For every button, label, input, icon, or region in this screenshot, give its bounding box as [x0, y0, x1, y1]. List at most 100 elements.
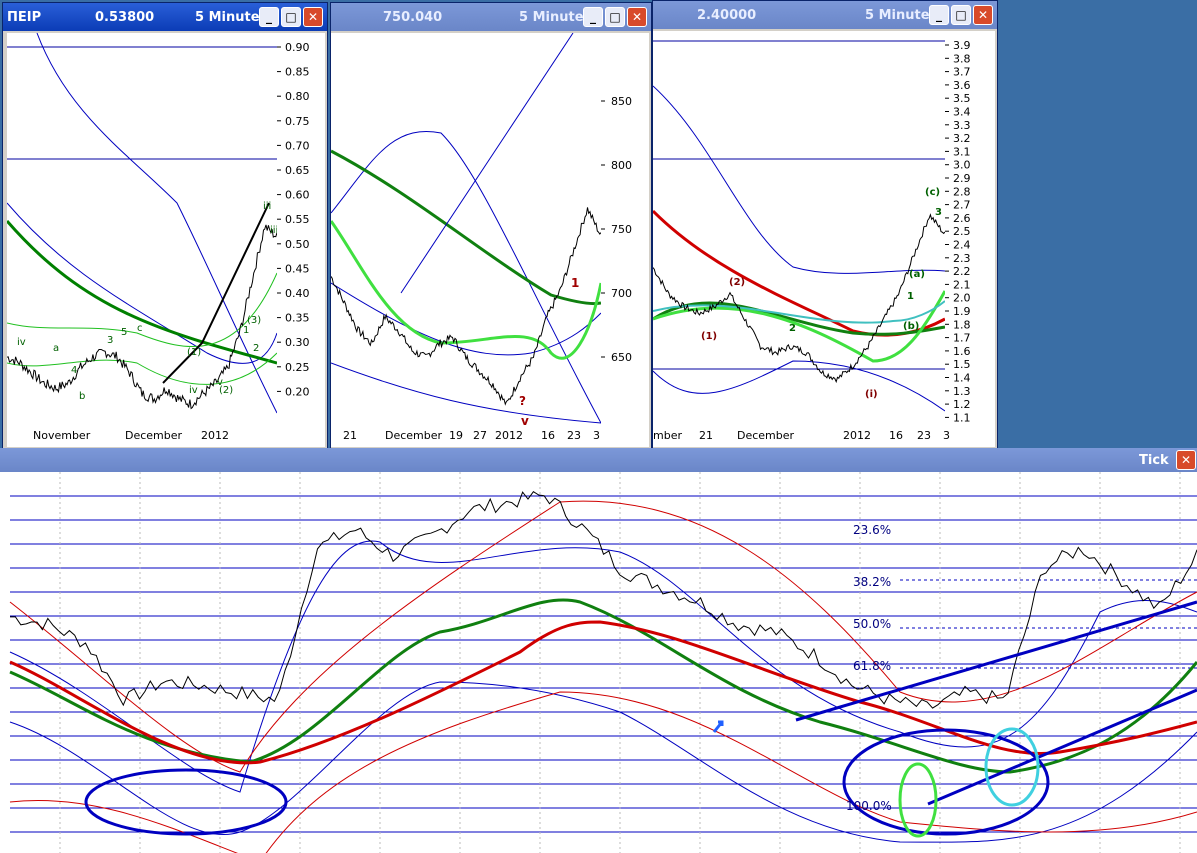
y-tick-label: 2.0	[953, 292, 971, 305]
wave-label: 3	[107, 335, 113, 346]
y-tick-label: 3.2	[953, 132, 971, 145]
chart-window-1[interactable]: ΠΕΙΡ 0.53800 5 Minute _ □ ✕ iv a b c iii iv v(…	[2, 2, 329, 468]
x-tick-label: November	[33, 429, 91, 442]
y-tick-label: 1.9	[953, 305, 971, 318]
x-tick-label: 23	[567, 429, 581, 442]
wave-label: v	[521, 414, 529, 425]
x-tick-label: 3	[593, 429, 600, 442]
y-tick-label: 0.60	[285, 189, 310, 202]
y-tick-label: 0.65	[285, 164, 310, 177]
close-icon[interactable]: ✕	[627, 7, 647, 27]
wave-label: (1)	[701, 331, 717, 342]
bollinger-upper	[653, 85, 945, 274]
x-tick-label: December	[737, 429, 795, 442]
main-titlebar[interactable]: Tick ✕	[0, 448, 1197, 472]
window-1-y-axis: 0.90 0.85 0.80 0.75 0.70 0.65 0.60 0.55 0.50 0.45…	[277, 33, 325, 425]
minimize-icon[interactable]: _	[929, 5, 949, 25]
y-tick-label: 3.3	[953, 119, 971, 132]
x-tick-label: 21	[699, 429, 713, 442]
wave-label: 1	[907, 291, 914, 302]
fib-label: 38.2%	[853, 575, 891, 589]
wave-label: 4	[71, 365, 77, 376]
y-tick-label: 0.20	[285, 385, 310, 398]
minimize-icon[interactable]: _	[583, 7, 603, 27]
x-tick-label: 2012	[495, 429, 523, 442]
window-1-symbol: ΠΕΙΡ	[7, 10, 42, 25]
window-3-x-axis: mber 21 December 2012 16 23 3	[653, 425, 995, 447]
wave-label: b	[79, 391, 85, 402]
moving-average-slow	[331, 149, 601, 305]
close-icon[interactable]: ✕	[973, 5, 993, 25]
envelope-upper	[7, 272, 277, 347]
y-tick-label: 2.3	[953, 252, 971, 265]
fib-label: 100.0%	[846, 799, 892, 813]
y-tick-label: 0.45	[285, 262, 310, 275]
wave-label: c	[137, 323, 143, 334]
y-tick-label: 2.2	[953, 265, 971, 278]
y-tick-label: 2.5	[953, 225, 971, 238]
x-tick-label: 16	[541, 429, 555, 442]
chart-window-3[interactable]: 2.40000 5 Minute _ □ ✕ (c) (a) (b) (2) (1) (i…	[652, 0, 1013, 468]
wave-label: 3	[935, 207, 942, 218]
bollinger-lower	[331, 362, 601, 424]
y-tick-label: 1.6	[953, 345, 971, 358]
y-tick-label: 2.1	[953, 278, 971, 291]
wave-label: 2	[253, 343, 259, 354]
close-icon[interactable]: ✕	[303, 7, 323, 27]
y-tick-label: 1.3	[953, 385, 971, 398]
wave-label: a	[53, 343, 59, 354]
wave-label: (a)	[909, 269, 925, 280]
maximize-icon[interactable]: □	[605, 7, 625, 27]
wave-label: 2	[789, 323, 796, 334]
x-tick-label: 2012	[843, 429, 871, 442]
y-tick-label: 0.50	[285, 238, 310, 251]
fib-label: 50.0%	[853, 617, 891, 631]
wave-label: 1	[243, 325, 249, 336]
wave-label: iii	[270, 225, 277, 236]
price-line	[7, 224, 277, 410]
y-tick-label: 800	[611, 159, 632, 172]
wave-label: (1)	[187, 347, 201, 358]
wave-label: (b)	[903, 321, 919, 332]
window-1-price: 0.53800	[95, 10, 155, 25]
window-2-titlebar[interactable]: 750.040 5 Minute _ □ ✕	[331, 3, 651, 31]
price-line	[653, 213, 945, 384]
y-tick-label: 3.9	[953, 39, 971, 52]
window-1-titlebar[interactable]: ΠΕΙΡ 0.53800 5 Minute _ □ ✕	[3, 3, 327, 31]
y-tick-label: 1.7	[953, 332, 971, 345]
window-3-y-axis: 3.9 3.8 3.7 3.6 3.5 3.4 3.3 3.2 3.1 3.0 2.9 2.8 2.7 2…	[945, 31, 995, 425]
y-tick-label: 750	[611, 223, 632, 236]
y-tick-label: 2.6	[953, 212, 971, 225]
chart-window-2[interactable]: 750.040 5 Minute _ □ ✕ ? v 1 850 800 750 700 6…	[330, 2, 669, 468]
maximize-icon[interactable]: □	[951, 5, 971, 25]
window-3-price: 2.40000	[697, 8, 757, 23]
bollinger-upper	[36, 33, 277, 414]
maximize-icon[interactable]: □	[281, 7, 301, 27]
close-icon[interactable]: ✕	[1176, 450, 1196, 470]
main-chart-window[interactable]: Tick ✕ 23.6% 38.2% 50.0% 61.8% 100.0%	[0, 448, 1197, 853]
y-tick-label: 3.4	[953, 106, 971, 119]
window-2-x-axis: 21 December 19 27 2012 16 23 3	[331, 425, 649, 447]
x-tick-label: December	[125, 429, 183, 442]
window-3-interval: 5 Minute	[865, 8, 930, 23]
wave-label: iii	[263, 201, 271, 212]
moving-average-green	[7, 220, 277, 365]
window-2-interval: 5 Minute	[519, 10, 584, 25]
minimize-icon[interactable]: _	[259, 7, 279, 27]
window-3-titlebar[interactable]: 2.40000 5 Minute _ □ ✕	[653, 1, 997, 29]
wave-label: (2)	[729, 277, 745, 288]
y-tick-label: 0.35	[285, 312, 310, 325]
fib-label: 23.6%	[853, 523, 891, 537]
y-tick-label: 0.80	[285, 90, 310, 103]
wave-label: 5	[121, 327, 127, 338]
y-tick-label: 2.8	[953, 185, 971, 198]
x-tick-label: 27	[473, 429, 487, 442]
main-title: Tick	[1139, 453, 1169, 468]
y-tick-label: 2.9	[953, 172, 971, 185]
x-tick-label: 21	[343, 429, 357, 442]
y-tick-label: 0.40	[285, 287, 310, 300]
x-tick-label: 16	[889, 429, 903, 442]
window-1-interval: 5 Minute	[195, 10, 260, 25]
main-chart-plot: 23.6% 38.2% 50.0% 61.8% 100.0%	[9, 472, 1197, 853]
y-tick-label: 2.4	[953, 239, 971, 252]
